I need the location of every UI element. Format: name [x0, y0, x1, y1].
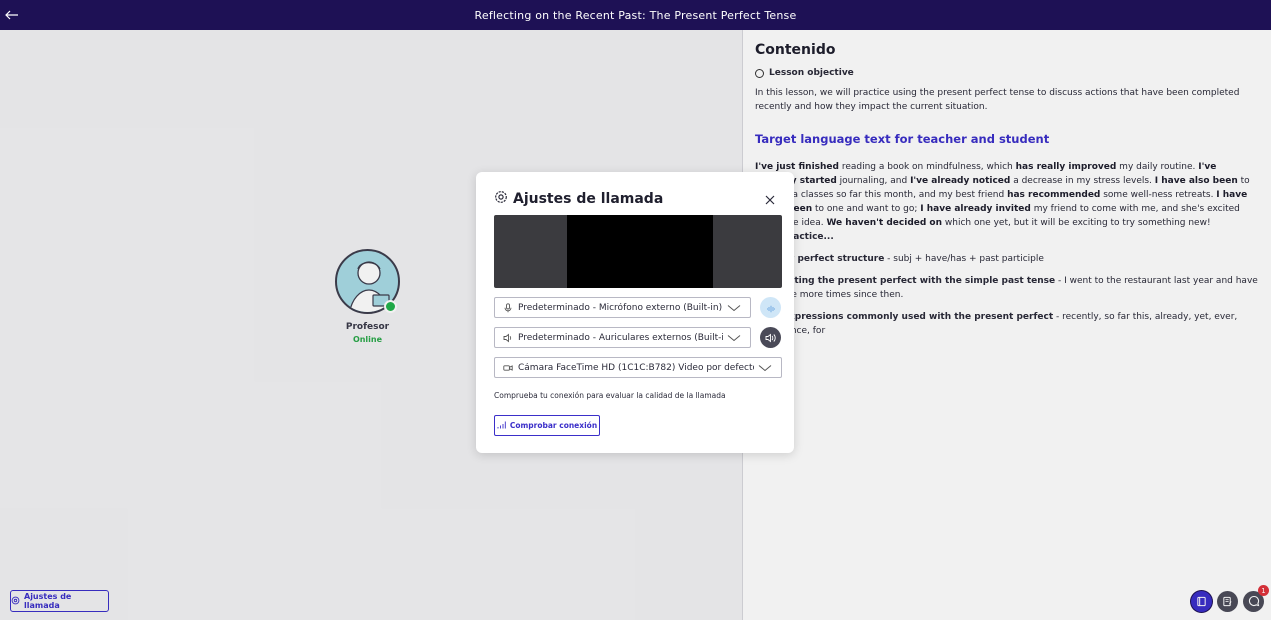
- microphone-icon: [503, 302, 513, 313]
- lesson-title: Reflecting on the Recent Past: The Prese…: [474, 8, 797, 22]
- check-connection-button[interactable]: Comprobar conexión: [494, 415, 600, 436]
- speaker-value: Predeterminado - Auriculares externos (B…: [518, 332, 723, 343]
- back-arrow-icon[interactable]: [2, 5, 22, 25]
- chevron-down-icon: [727, 303, 741, 313]
- speaker-test-button[interactable]: [760, 327, 781, 348]
- top-bar: Reflecting on the Recent Past: The Prese…: [0, 0, 1271, 30]
- close-icon[interactable]: [764, 191, 776, 205]
- gear-icon: [494, 189, 508, 208]
- connection-hint: Comprueba tu conexión para evaluar la ca…: [494, 391, 726, 400]
- chevron-down-icon: [727, 333, 741, 343]
- speaker-select[interactable]: Predeterminado - Auriculares externos (B…: [494, 327, 751, 348]
- camera-preview: [494, 215, 782, 288]
- dialog-title: Ajustes de llamada: [513, 190, 664, 207]
- camera-value: Cámara FaceTime HD (1C1C:B782) Video por…: [518, 362, 754, 373]
- audio-wave-icon: [766, 298, 776, 317]
- dialog-header: Ajustes de llamada: [494, 189, 663, 208]
- camera-select[interactable]: Cámara FaceTime HD (1C1C:B782) Video por…: [494, 357, 782, 378]
- check-connection-label: Comprobar conexión: [509, 421, 598, 430]
- call-settings-dialog: Ajustes de llamada Predeterminado - Micr…: [476, 172, 794, 453]
- volume-icon: [765, 328, 777, 347]
- microphone-select[interactable]: Predeterminado - Micrófono externo (Buil…: [494, 297, 751, 318]
- mic-test-button[interactable]: [760, 297, 781, 318]
- video-camera-icon: [503, 363, 513, 373]
- chevron-down-icon: [758, 363, 772, 373]
- camera-feed: [567, 215, 713, 288]
- microphone-value: Predeterminado - Micrófono externo (Buil…: [518, 302, 723, 313]
- speaker-icon: [503, 333, 513, 343]
- signal-bars-icon: [497, 421, 506, 431]
